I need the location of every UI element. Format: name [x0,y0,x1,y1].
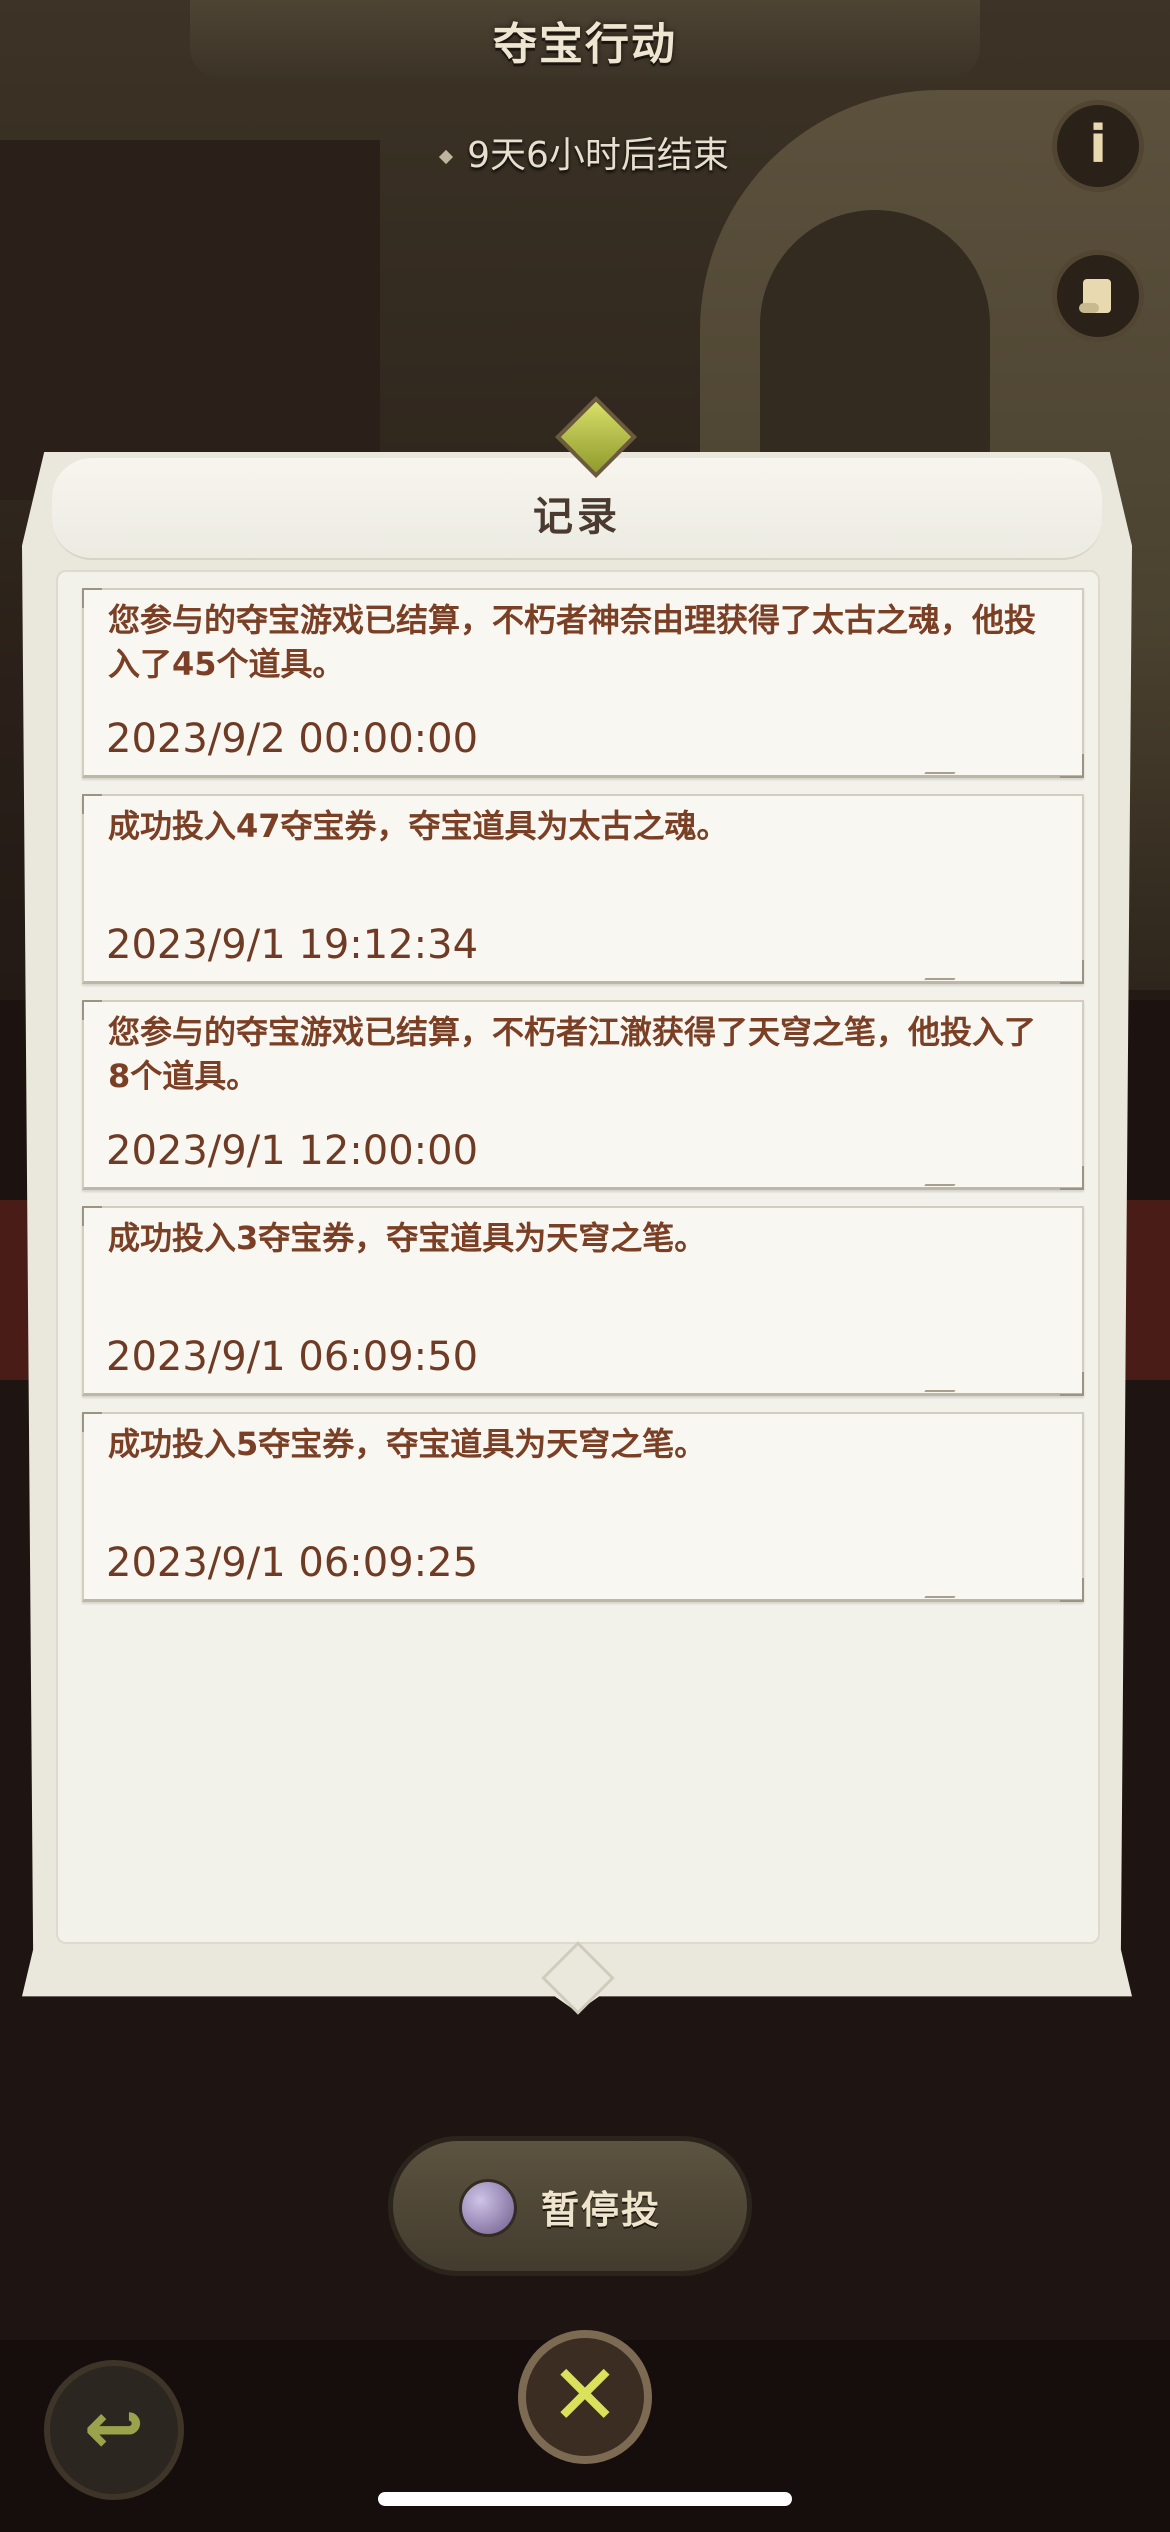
paper-tear [918,1390,956,1402]
record-message: 成功投入47夺宝券，夺宝道具为太古之魂。 [108,807,729,845]
corner-fold [1060,754,1084,778]
close-icon: ✕ [549,2346,621,2444]
page-title: 夺宝行动 [493,19,677,70]
pause-investing-button[interactable]: 暂停投 [388,2136,752,2276]
record-panel: 记录 您参与的夺宝游戏已结算，不朽者神奈由理获得了太古之魂，他投入了45个道具。… [22,395,1132,2015]
corner-fold [82,1412,102,1432]
record-item: 您参与的夺宝游戏已结算，不朽者神奈由理获得了太古之魂，他投入了45个道具。 20… [82,588,1084,784]
record-message: 成功投入3夺宝券，夺宝道具为天穹之笔。 [108,1219,707,1257]
corner-fold [82,1000,102,1020]
record-message: 成功投入5夺宝券，夺宝道具为天穹之笔。 [108,1425,707,1463]
paper-tear [918,978,956,990]
record-item: 您参与的夺宝游戏已结算，不朽者江澈获得了天穹之笔，他投入了8个道具。 2023/… [82,1000,1084,1196]
back-arrow-icon: ↩ [83,2386,145,2470]
record-message: 您参与的夺宝游戏已结算，不朽者江澈获得了天穹之笔，他投入了8个道具。 [108,1013,1037,1095]
home-indicator[interactable] [378,2492,792,2506]
record-list: 您参与的夺宝游戏已结算，不朽者神奈由理获得了太古之魂，他投入了45个道具。 20… [82,588,1086,1618]
background-shelf [0,140,380,500]
countdown-text: 9天6小时后结束 [467,135,729,176]
scroll-icon [1079,279,1111,313]
record-item: 成功投入47夺宝券，夺宝道具为太古之魂。 2023/9/1 19:12:34 [82,794,1084,990]
record-timestamp: 2023/9/1 06:09:50 [106,1334,479,1380]
record-item: 成功投入5夺宝券，夺宝道具为天穹之笔。 2023/9/1 06:09:25 [82,1412,1084,1608]
corner-fold [82,588,102,608]
record-item: 成功投入3夺宝券，夺宝道具为天穹之笔。 2023/9/1 06:09:50 [82,1206,1084,1402]
pause-investing-label: 暂停投 [541,2188,662,2232]
info-icon: i [1089,115,1107,175]
corner-fold [82,794,102,814]
paper-tear [918,772,956,784]
corner-fold [1060,1578,1084,1602]
diamond-bullet-icon [439,149,454,165]
corner-fold [1060,1166,1084,1190]
orb-icon [459,2179,517,2237]
back-button[interactable]: ↩ [44,2360,184,2500]
record-timestamp: 2023/9/1 06:09:25 [106,1540,479,1586]
record-timestamp: 2023/9/1 19:12:34 [106,922,479,968]
scroll-button[interactable] [1052,250,1144,342]
corner-fold [1060,960,1084,984]
panel-title: 记录 [533,494,621,540]
close-button[interactable]: ✕ [518,2330,652,2464]
paper-tear [918,1596,956,1608]
corner-fold [1060,1372,1084,1396]
record-timestamp: 2023/9/1 12:00:00 [106,1128,479,1174]
info-button[interactable]: i [1052,100,1144,192]
record-message: 您参与的夺宝游戏已结算，不朽者神奈由理获得了太古之魂，他投入了45个道具。 [108,601,1037,683]
paper-tear [918,1184,956,1196]
corner-fold [82,1206,102,1226]
record-timestamp: 2023/9/2 00:00:00 [106,716,479,762]
countdown-row: 9天6小时后结束 [0,126,1170,178]
